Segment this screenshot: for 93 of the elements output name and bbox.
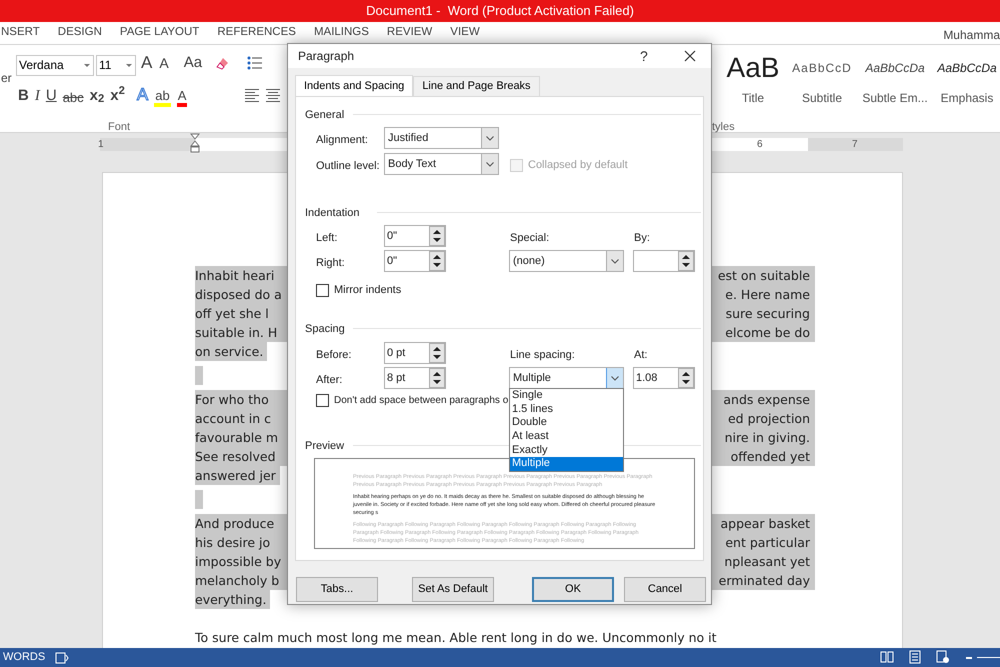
style-name[interactable]: Title <box>742 89 764 107</box>
document-text: npleasant yet <box>724 553 810 571</box>
help-button[interactable]: ? <box>640 46 648 67</box>
document-text: nire in giving. <box>724 429 810 447</box>
dialog-title: Paragraph <box>298 48 354 65</box>
document-text: on service. <box>195 342 268 361</box>
field-label: Left: <box>316 231 338 246</box>
ruler-number: 7 <box>852 138 858 152</box>
grow-font-button[interactable]: A <box>140 54 154 71</box>
font-color-button[interactable]: A <box>176 89 188 107</box>
dialog-button[interactable]: OK <box>532 577 614 602</box>
section-heading: Indentation <box>305 206 360 221</box>
document-text: appear basket <box>720 515 810 533</box>
shrink-font-button[interactable]: A <box>158 56 170 70</box>
document-text: elcome be do <box>725 324 810 342</box>
spin-box[interactable]: 8 pt <box>384 367 446 389</box>
font-name-combo[interactable]: Verdana <box>16 55 94 76</box>
spin-box[interactable]: 0" <box>384 225 446 247</box>
document-text: sure securing <box>726 305 810 323</box>
group-label: tyles <box>712 120 735 135</box>
underline-button[interactable]: U <box>46 84 57 107</box>
highlight-button[interactable]: ab <box>154 89 171 107</box>
field-label: At: <box>634 348 648 363</box>
ribbon-tab[interactable]: PAGE LAYOUT <box>120 24 200 42</box>
document-text: ed projection <box>728 410 810 428</box>
checkbox-label: Don't add space between paragraphs o <box>334 394 508 408</box>
style-preview[interactable]: AaBbCcDa <box>865 51 925 85</box>
dropdown[interactable]: Multiple <box>509 367 624 389</box>
style-name[interactable]: Subtle Em... <box>862 89 928 107</box>
bold-button[interactable]: B <box>18 84 29 107</box>
field-label: Special: <box>510 231 550 246</box>
style-preview[interactable]: AaBbCcD <box>792 51 852 85</box>
dialog-button[interactable]: Set As Default <box>412 577 494 602</box>
dialog-tab[interactable]: Line and Page Breaks <box>413 76 540 96</box>
dropdown[interactable]: Body Text <box>384 153 499 175</box>
checkbox-label: Collapsed by default <box>528 158 628 173</box>
spin-box[interactable]: 0" <box>384 250 446 272</box>
change-case-button[interactable]: Aa <box>182 55 204 70</box>
subscript-button[interactable]: x$_{2}$ <box>90 84 104 107</box>
ribbon-tab[interactable]: DESIGN <box>58 24 102 42</box>
dropdown[interactable]: (none) <box>509 250 624 272</box>
strikethrough-button[interactable]: abc <box>62 88 84 107</box>
font-size-combo[interactable]: 11 <box>96 55 136 76</box>
checkbox-label: Mirror indents <box>334 283 402 298</box>
dropdown-option[interactable]: Single <box>510 389 623 403</box>
ruler-number: 6 <box>757 138 763 152</box>
document-text: ent particular <box>725 534 810 552</box>
document-text: est on suitable <box>718 267 810 285</box>
dialog-tab[interactable]: Indents and Spacing <box>295 75 414 97</box>
document-text: everything. <box>195 590 270 609</box>
document-text: answered jer <box>195 466 280 485</box>
user-name[interactable]: Muhamma <box>943 26 1000 44</box>
ribbon-label: er <box>1 70 12 87</box>
style-preview[interactable]: AaBbCcDa <box>937 51 997 85</box>
dropdown-option[interactable]: Double <box>510 416 623 430</box>
dropdown[interactable]: Justified <box>384 127 499 149</box>
section-heading: Spacing <box>305 322 345 337</box>
style-preview[interactable]: AaB <box>726 51 780 85</box>
spin-box[interactable]: 1.08 <box>633 367 695 389</box>
style-name[interactable]: Subtitle <box>802 89 842 107</box>
ribbon-tab[interactable]: MAILINGS <box>314 24 369 42</box>
field-label: By: <box>634 231 650 246</box>
dropdown-option[interactable]: Exactly <box>510 444 623 458</box>
field-label: Alignment: <box>316 133 368 148</box>
ribbon-tab[interactable]: REVIEW <box>386 24 432 42</box>
field-label: After: <box>316 373 342 388</box>
ribbon-tab[interactable]: NSERT <box>1 24 40 42</box>
word-count[interactable]: WORDS <box>3 649 46 666</box>
dropdown-option[interactable]: At least <box>510 430 623 444</box>
dialog-button[interactable]: Cancel <box>624 577 706 602</box>
field-label: Line spacing: <box>510 348 575 363</box>
dropdown-option[interactable]: 1.5 lines <box>510 402 623 416</box>
section-heading: Preview <box>305 439 344 454</box>
document-text: ands expense <box>723 391 810 409</box>
superscript-button[interactable]: x$^{2}$ <box>110 84 125 107</box>
ribbon-tab[interactable]: REFERENCES <box>217 24 296 42</box>
group-label: Font <box>108 120 130 135</box>
section-heading: General <box>305 108 344 123</box>
dialog-button[interactable]: Tabs... <box>296 577 378 602</box>
ribbon-tab[interactable]: VIEW <box>450 24 480 42</box>
field-label: Right: <box>316 256 345 271</box>
dropdown-option[interactable]: Multiple <box>510 457 623 472</box>
window-title: Document1 - Word (Product Activation Failed) <box>366 2 634 20</box>
document-text: e. Here name <box>725 286 810 304</box>
document-text: To sure calm much most long me mean. Able rent long in do we. Uncommonly no it <box>195 629 718 647</box>
ruler-number: 1 <box>98 138 104 152</box>
italic-button[interactable]: I <box>34 84 40 107</box>
field-label: Before: <box>316 348 352 363</box>
field-label: Outline level: <box>316 159 380 174</box>
document-text: offended yet <box>730 448 810 466</box>
document-text: erminated day <box>718 572 810 590</box>
spin-box[interactable]: 0 pt <box>384 342 446 364</box>
style-name[interactable]: Emphasis <box>940 89 994 107</box>
